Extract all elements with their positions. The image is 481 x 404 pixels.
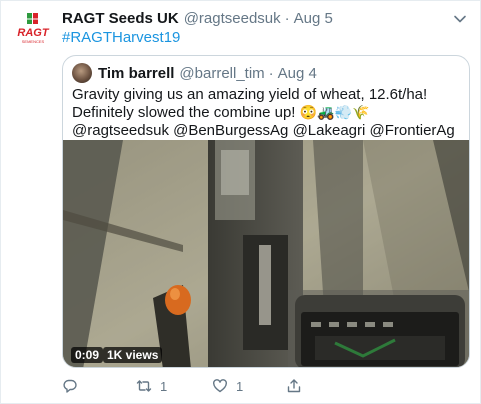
quoted-tweet-body: Gravity giving us an amazing yield of wh… (72, 86, 428, 121)
tweet-date[interactable]: Aug 5 (294, 10, 333, 27)
ragt-logo: RAGT SEMENCES (17, 13, 50, 44)
quoted-tweet-date[interactable]: Aug 4 (278, 65, 317, 82)
video-thumbnail (63, 140, 469, 367)
tweet-header: RAGT Seeds UK @ragtseedsuk · Aug 5 (62, 9, 333, 27)
author-handle[interactable]: @ragtseedsuk (184, 10, 281, 27)
like-button[interactable]: 1 (212, 376, 243, 396)
wheat-emoji: 🌾 (351, 104, 370, 120)
quoted-author-handle[interactable]: @barrell_tim (179, 65, 264, 82)
quoted-tweet-header: Tim barrell @barrell_tim · Aug 4 (72, 63, 317, 83)
retweet-button[interactable]: 1 (136, 376, 167, 396)
retweet-count: 1 (160, 378, 168, 394)
tweet-card[interactable]: RAGT SEMENCES RAGT Seeds UK @ragtseedsuk… (0, 0, 481, 404)
reply-icon (62, 378, 78, 394)
share-button[interactable] (286, 376, 302, 396)
quoted-tweet[interactable]: Tim barrell @barrell_tim · Aug 4 Gravity… (62, 55, 470, 368)
flushed-face-emoji: 😳 (299, 104, 318, 120)
reply-button[interactable] (62, 376, 86, 396)
tractor-emoji: 🚜 (317, 104, 335, 120)
separator-dot: · (268, 64, 274, 82)
quoted-author-avatar[interactable] (72, 63, 92, 83)
share-icon (286, 378, 302, 394)
quoted-author-name[interactable]: Tim barrell (98, 65, 174, 82)
author-name[interactable]: RAGT Seeds UK (62, 10, 179, 27)
tweet-actions: 1 1 (62, 376, 442, 396)
video-views: 1K views (103, 347, 163, 363)
heart-icon (212, 378, 228, 394)
separator-dot: · (284, 9, 290, 27)
svg-text:RAGT: RAGT (17, 27, 49, 39)
like-count: 1 (236, 378, 244, 394)
chevron-down-icon[interactable] (453, 12, 467, 26)
retweet-icon (136, 378, 152, 394)
hashtag-link[interactable]: #RAGTHarvest19 (62, 29, 180, 46)
author-avatar[interactable]: RAGT SEMENCES (12, 10, 54, 52)
video-player[interactable]: 0:09 1K views (63, 140, 469, 367)
svg-text:SEMENCES: SEMENCES (22, 39, 45, 44)
video-duration: 0:09 (71, 347, 104, 363)
dash-emoji: 💨 (334, 104, 352, 120)
